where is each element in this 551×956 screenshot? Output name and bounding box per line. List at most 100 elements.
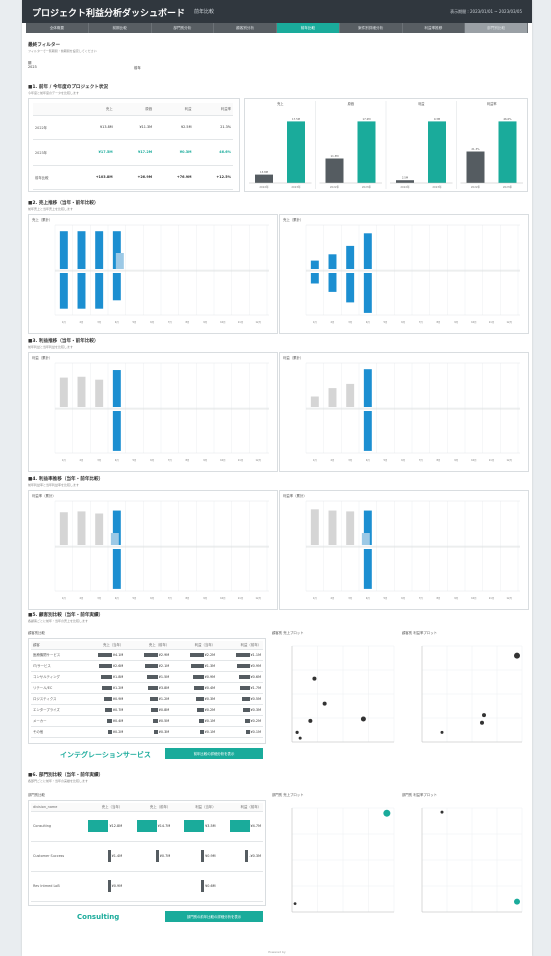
table-row[interactable]: 医療機関サービス ¥4.1M ¥2.9M ¥2.2M ¥1.1M bbox=[31, 649, 263, 661]
chart-bar bbox=[328, 388, 337, 407]
x-tick-label: 4月 bbox=[366, 320, 370, 324]
table-cell: +103.8M bbox=[70, 165, 115, 190]
scatter-point bbox=[480, 720, 484, 725]
table-cell: Consulting bbox=[31, 811, 76, 842]
table-header: 売上（前年） bbox=[125, 641, 172, 650]
tab-yoy[interactable]: 前年比較 bbox=[277, 23, 340, 33]
chart-bar bbox=[110, 533, 119, 545]
chart-bar bbox=[112, 273, 121, 301]
cell-value: ¥0.3M bbox=[250, 707, 261, 712]
sec5-detail-button[interactable]: 前年比較の詳細分析を表示 bbox=[165, 748, 263, 759]
table-row: 2022年 ¥13.8M ¥11.3M ¥2.5M 21.3% bbox=[33, 115, 233, 140]
table-row[interactable]: Consulting ¥12.8M ¥14.7M ¥3.5M ¥4.7M bbox=[31, 811, 263, 842]
tab-department-compare[interactable]: 部門別比較 bbox=[465, 23, 528, 33]
mini-bar bbox=[498, 121, 517, 183]
chart-bar bbox=[77, 376, 86, 407]
table-row: 2023年 ¥17.5M ¥17.2M ¥0.3M 46.6% bbox=[33, 139, 233, 166]
tab-prev-period[interactable]: 前期比較 bbox=[88, 23, 152, 33]
table-header: 利益 bbox=[154, 103, 194, 116]
x-tick-label: 6月 bbox=[150, 596, 154, 600]
sec3-note: 前年利益と当年利益を比較します bbox=[28, 345, 74, 349]
table-row[interactable]: その他 ¥0.2M ¥0.3M ¥0.1M ¥0.1M bbox=[31, 726, 263, 738]
x-tick-label: 8月 bbox=[186, 320, 190, 324]
sec6-title: ■6. 部門別比較（当年・前年実績） bbox=[28, 773, 104, 778]
chart-bar bbox=[59, 377, 68, 407]
cell-value: ¥12.8M bbox=[109, 824, 123, 828]
table-row[interactable]: メーカー ¥0.4M ¥0.5M ¥0.1M ¥0.2M bbox=[31, 715, 263, 727]
tab-customer[interactable]: 顧客別分析 bbox=[214, 23, 277, 33]
mini-bar-label: 11.3M bbox=[330, 154, 338, 158]
table-cell: ¥2.2M bbox=[171, 649, 218, 661]
table-row[interactable]: リテール/EC ¥1.2M ¥3.8M ¥0.4M ¥1.7M bbox=[31, 682, 263, 694]
x-tick-label: 6月 bbox=[150, 458, 154, 462]
x-tick-label: 11月 bbox=[489, 320, 494, 324]
table-cell: +12.5% bbox=[193, 165, 233, 190]
cell-bar bbox=[143, 652, 158, 657]
filter-prev-select[interactable]: 前年 bbox=[134, 65, 141, 70]
table-cell: ¥3.8M bbox=[125, 682, 172, 694]
sec6-table-panel: division_name 売上（当年） 売上（前年） 利益（当年） 利益（前年） Con… bbox=[28, 800, 266, 906]
table-cell: 21.3% bbox=[193, 115, 233, 140]
table-cell: ¥0.9M bbox=[217, 660, 263, 672]
chart-bar bbox=[328, 510, 337, 545]
tab-margin-trend[interactable]: 利益率推移 bbox=[402, 23, 466, 33]
chart-bar bbox=[328, 254, 337, 269]
table-row[interactable]: Customer Success ¥1.4M ¥0.7M ¥0.9M -¥0.3M bbox=[31, 841, 263, 872]
mini-x-label: 2023年 bbox=[503, 185, 513, 189]
x-tick-label: 12月 bbox=[255, 320, 260, 324]
scatter-point bbox=[308, 718, 313, 723]
x-tick-label: 7月 bbox=[168, 458, 172, 462]
table-row[interactable]: エンタープライズ ¥0.7M ¥0.8M ¥0.2M ¥0.3M bbox=[31, 704, 263, 716]
table-header-row: 顧客 売上（当年） 売上（前年） 利益（当年） 利益（前年） bbox=[31, 641, 263, 650]
tab-department[interactable]: 部門別分析 bbox=[151, 23, 215, 33]
filter-note: フィルターで一覧期間・前期間を設定してください bbox=[28, 49, 97, 53]
tab-overview[interactable]: 全体概要 bbox=[26, 23, 89, 33]
table-cell: +26.9M bbox=[114, 165, 155, 190]
cell-value: ¥0.6M bbox=[205, 884, 216, 888]
x-tick-label: 9月 bbox=[203, 320, 207, 324]
x-tick-label: 3月 bbox=[97, 596, 101, 600]
cell-bar bbox=[151, 707, 158, 712]
mini-x-label: 2022年 bbox=[330, 185, 340, 189]
sec2-left-chart: 1月 2月 3月 4月 5月 6月 7月 8月 9月 10月 11月 12月 bbox=[54, 224, 269, 324]
sec3-title: ■3. 利益推移（当年・前年比較） bbox=[28, 339, 99, 344]
filter-title: 最終フィルター bbox=[28, 43, 61, 48]
sec6-selected-division[interactable]: Consulting bbox=[77, 913, 119, 921]
table-row[interactable]: ロジスティクス ¥0.9M ¥1.2M ¥0.3M ¥0.5M bbox=[31, 693, 263, 705]
cell-value: ¥0.2M bbox=[250, 718, 261, 723]
table-cell: ¥0.3M bbox=[125, 726, 172, 738]
table-cell bbox=[217, 871, 263, 902]
table-cell: ¥2.1M bbox=[125, 660, 172, 672]
cell-value: ¥0.3M bbox=[204, 696, 216, 701]
sec5-customer-table: 顧客 売上（当年） 売上（前年） 利益（当年） 利益（前年） 医療機関サービス ¥4.1M ¥… bbox=[31, 641, 263, 738]
cell-bar bbox=[97, 652, 112, 657]
x-tick-label: 5月 bbox=[384, 320, 388, 324]
mini-bar-label: 17.2M bbox=[362, 117, 370, 121]
chart-bar bbox=[95, 231, 104, 269]
table-header: 売上（当年） bbox=[76, 803, 125, 812]
sec2-header: ■2. 売上推移（当年・前年比較） 前年売上と当年売上を比較します bbox=[28, 200, 99, 211]
filter-year-select[interactable]: 2023 bbox=[28, 65, 37, 69]
table-cell: 2022年 bbox=[33, 115, 71, 140]
sec4-header: ■4. 利益率推移（当年・前年比較） 前年利益率と当年利益率を比較します bbox=[28, 476, 103, 487]
sec5-selected-customer[interactable]: インテグレーションサービス bbox=[60, 750, 151, 760]
tab-project-detail[interactable]: 案件別詳細分析 bbox=[339, 23, 403, 33]
sec6-detail-button[interactable]: 部門別の前年比較の詳細分析を表示 bbox=[165, 911, 263, 922]
cell-value: ¥0.5M bbox=[250, 696, 261, 701]
table-cell: ¥0.9M bbox=[79, 693, 126, 705]
table-row[interactable]: Rev Intmed LoB ¥0.9M ¥0.6M bbox=[31, 871, 263, 902]
table-row[interactable]: コンサルティング ¥1.8M ¥1.5M ¥0.9M ¥0.6M bbox=[31, 671, 263, 683]
cell-value: ¥0.7M bbox=[159, 854, 171, 858]
cell-bar bbox=[201, 880, 205, 892]
mini-x-label: 2023年 bbox=[432, 185, 442, 189]
cell-value: ¥4.7M bbox=[250, 824, 261, 828]
x-tick-label: 10月 bbox=[471, 458, 476, 462]
sec5-scatter-sales bbox=[291, 645, 395, 743]
table-cell: -¥0.3M bbox=[217, 841, 263, 872]
x-tick-label: 12月 bbox=[255, 458, 260, 462]
chart-bar bbox=[363, 273, 372, 313]
sec5-note: 各顧客ごとに前年・当年の売上を比較します bbox=[28, 619, 89, 623]
x-tick-label: 3月 bbox=[97, 320, 101, 324]
table-row[interactable]: IT/サービス ¥2.6M ¥2.1M ¥1.3M ¥0.9M bbox=[31, 660, 263, 672]
chart-bar bbox=[77, 231, 86, 269]
